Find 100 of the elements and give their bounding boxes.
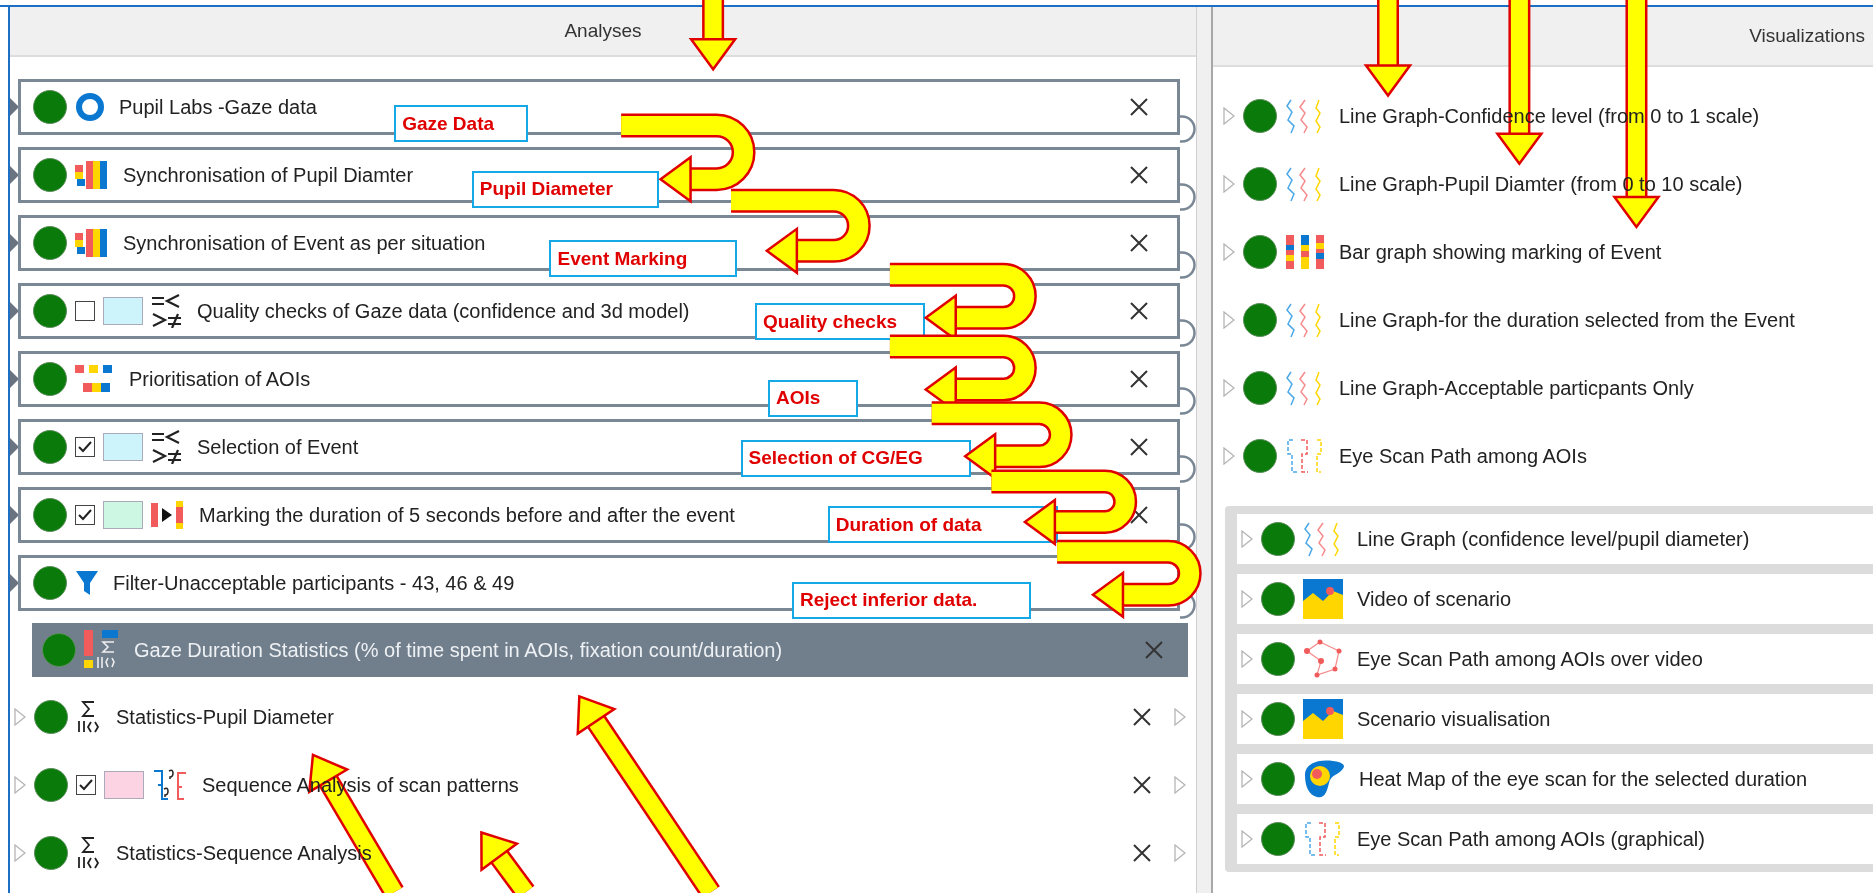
node-label: Selection of Event [197,435,359,459]
expand-icon[interactable] [14,844,26,862]
node-label: Pupil Labs -Gaze data [119,95,317,119]
expand-icon[interactable] [1174,776,1186,794]
annotation-tooltip: Pupil Diameter [471,170,660,208]
close-icon[interactable] [1129,301,1149,321]
expand-icon[interactable] [1223,311,1235,329]
close-icon[interactable] [1129,97,1149,117]
status-dot [1243,99,1277,133]
expand-icon[interactable] [1174,708,1186,726]
status-dot [1243,235,1277,269]
status-dot [1261,582,1295,616]
status-dot [34,836,68,870]
status-dot [1243,303,1277,337]
visualization-label[interactable]: Line Graph-for the duration selected from the Event [1339,308,1795,332]
annotation-tooltip: Gaze Data [394,105,528,143]
status-dot [33,498,67,532]
expand-icon[interactable] [1241,830,1253,848]
close-icon[interactable] [1132,775,1152,795]
expand-icon[interactable] [14,776,26,794]
expand-icon[interactable] [1223,379,1235,397]
panel-title: Analyses [10,7,1196,57]
status-dot [1261,642,1295,676]
close-icon[interactable] [1132,707,1152,727]
analysis-item[interactable]: Gaze Duration Statistics (% of time spent in AOIs, fixation count/duration) [32,623,1188,677]
visualization-label: Eye Scan Path among AOIs over video [1357,647,1703,671]
node-label: Synchronisation of Pupil Diamter [123,163,414,187]
node-label: Quality checks of Gaze data (confidence and 3d model) [197,299,690,323]
expand-icon[interactable] [1174,844,1186,862]
checkbox[interactable] [75,301,95,321]
expand-icon[interactable] [1241,590,1253,608]
color-blocks-icon [75,363,115,395]
heat-map-icon [1303,759,1345,799]
annotation-tooltip: Reject inferior data. [791,581,1031,619]
close-icon[interactable] [1129,437,1149,457]
status-dot [1243,167,1277,201]
comparison-icon [151,294,183,328]
status-dot [33,566,67,600]
item-label: Gaze Duration Statistics (% of time spent in AOIs, fixation count/duration) [134,638,783,662]
expand-icon[interactable] [1223,243,1235,261]
close-icon[interactable] [1129,369,1149,389]
statistics-icon [84,630,120,670]
status-dot [1261,522,1295,556]
visualization-label[interactable]: Line Graph-Pupil Diamter (from 0 to 10 scale) [1339,172,1743,196]
splitter[interactable] [1196,7,1213,893]
image-icon [1303,699,1343,739]
status-dot [33,158,67,192]
visualization-label[interactable]: Eye Scan Path among AOIs [1339,444,1587,468]
annotation-tooltip: AOIs [768,379,858,417]
sequence-icon [152,767,188,803]
expand-icon[interactable] [1223,175,1235,193]
link-loop [1180,523,1196,551]
visualization-label: Eye Scan Path among AOIs (graphical) [1357,827,1705,851]
scan-path-icon [1303,639,1343,679]
status-dot [1243,371,1277,405]
status-dot [33,430,67,464]
checkbox[interactable] [75,437,95,457]
annotation-tooltip: Selection of CG/EG [740,439,972,477]
node-label: Synchronisation of Event as per situation [123,231,486,255]
status-dot [33,294,67,328]
status-dot [1261,822,1295,856]
filter-icon [75,568,99,598]
checkbox[interactable] [76,775,96,795]
node-label: Filter-Unacceptable participants - 43, 46 & 49 [113,571,515,595]
close-icon[interactable] [1129,505,1149,525]
link-loop [1180,319,1196,347]
close-icon[interactable] [1132,843,1152,863]
scan-path-icon [1285,438,1325,474]
arrow [480,830,535,893]
arrow [688,0,738,72]
checkbox[interactable] [75,505,95,525]
status-dot [34,700,68,734]
link-loop [1180,455,1196,483]
statistics-icon [76,700,102,734]
status-dot [33,90,67,124]
bar-graph-icon [1285,233,1325,271]
expand-icon[interactable] [1223,107,1235,125]
close-icon[interactable] [1129,233,1149,253]
link-loop [1180,251,1196,279]
expand-icon[interactable] [1241,710,1253,728]
expand-icon[interactable] [1241,770,1253,788]
visualization-label: Heat Map of the eye scan for the selected duration [1359,767,1808,791]
expand-icon[interactable] [14,708,26,726]
visualization-label: Line Graph (confidence level/pupil diameter) [1357,527,1750,551]
visualization-label: Scenario visualisation [1357,707,1551,731]
status-dot [33,226,67,260]
close-icon[interactable] [1129,165,1149,185]
status-dot [1261,702,1295,736]
panel-title: Visualizations [1213,7,1873,67]
expand-icon[interactable] [1241,650,1253,668]
visualization-label[interactable]: Line Graph-Acceptable particpants Only [1339,376,1694,400]
scan-path-icon [1303,821,1343,857]
node-label: Prioritisation of AOIs [129,367,311,391]
ring-icon [75,92,105,122]
visualization-label[interactable]: Bar graph showing marking of Event [1339,240,1662,264]
visualization-label: Video of scenario [1357,587,1512,611]
color-bars-icon [75,159,109,191]
comparison-icon [151,430,183,464]
expand-icon[interactable] [1241,530,1253,548]
expand-icon[interactable] [1223,447,1235,465]
